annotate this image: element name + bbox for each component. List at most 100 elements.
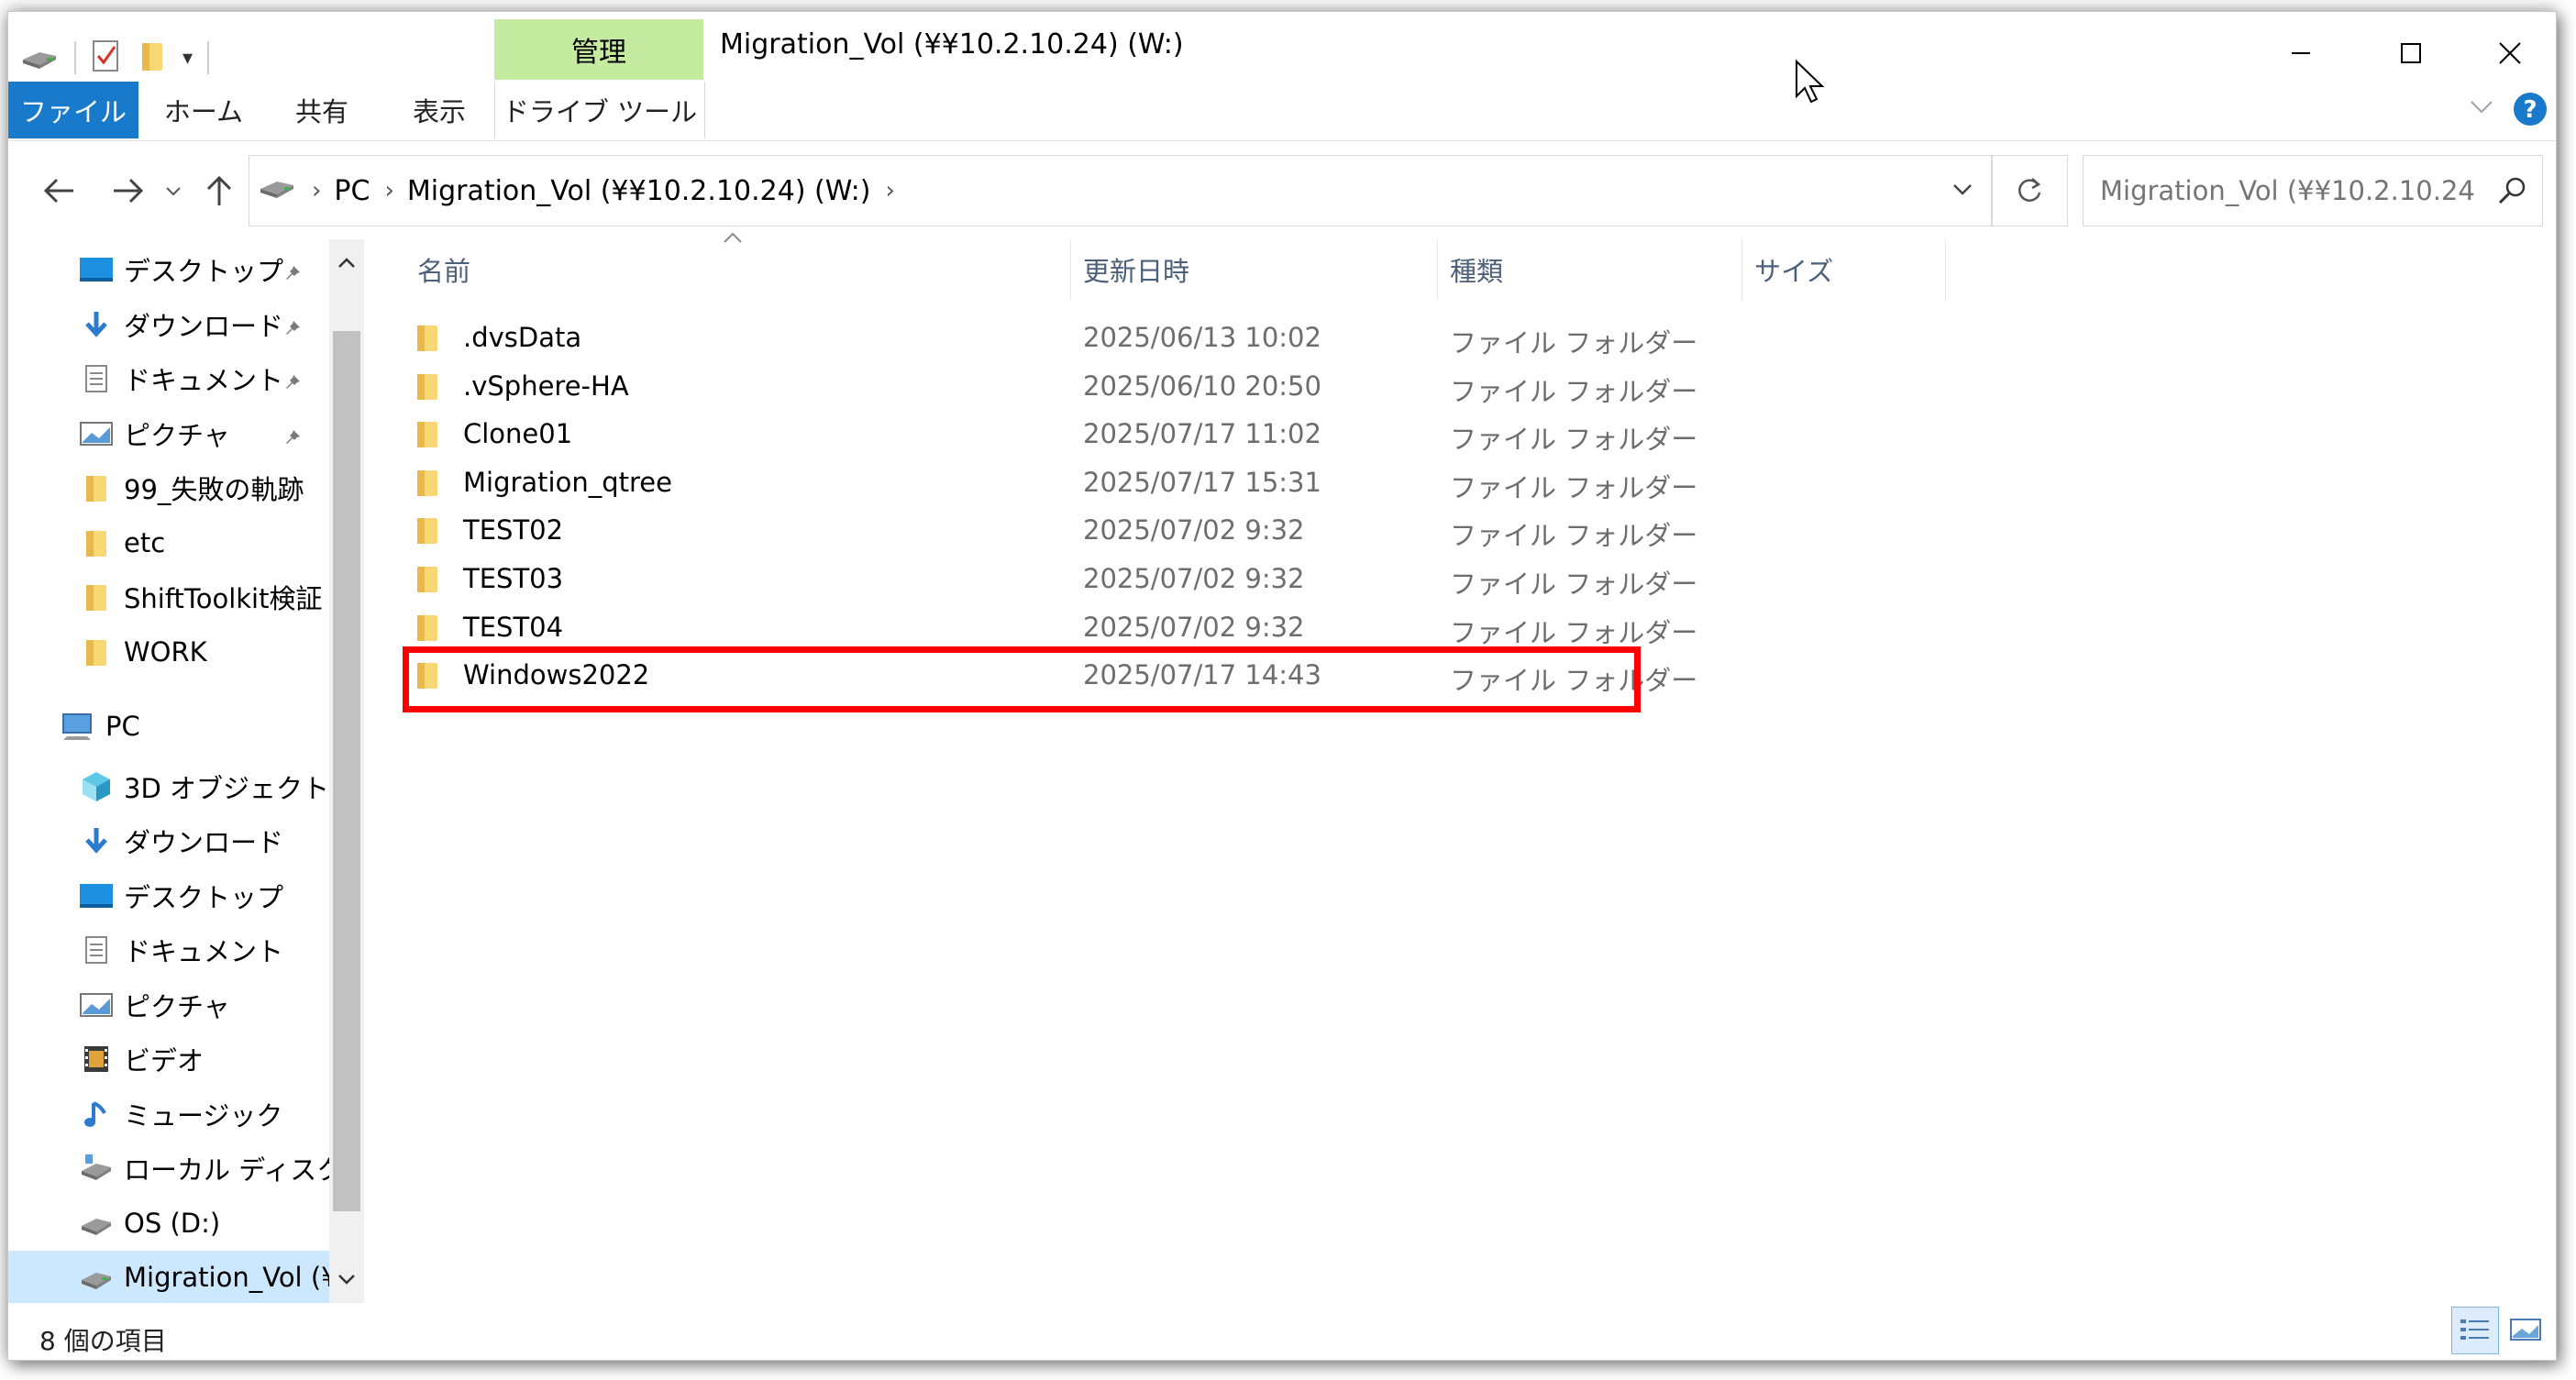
file-row[interactable]: TEST04 2025/07/02 9:32 ファイル フォルダー [393, 604, 1697, 652]
tab-share[interactable]: 共有 [274, 82, 370, 138]
network-drive-icon [78, 1259, 115, 1296]
sidebar-item-label: ローカル ディスク (C [124, 1154, 364, 1186]
breadcrumb-chevron-icon[interactable]: › [384, 177, 393, 204]
sidebar-item-label: ドキュメント [124, 936, 284, 967]
pin-icon [283, 313, 305, 344]
breadcrumb-current[interactable]: Migration_Vol (¥¥10.2.10.24) (W:) [407, 175, 871, 207]
file-type: ファイル フォルダー [1450, 616, 1698, 648]
explorer-window: ▾ 管理 Migration_Vol (¥¥10.2.10.24) (W:) フ… [7, 11, 2557, 1361]
tab-home[interactable]: ホーム [153, 82, 254, 138]
file-date: 2025/06/10 20:50 [1083, 370, 1321, 402]
file-date: 2025/07/17 15:31 [1083, 466, 1321, 498]
column-header-type[interactable]: 種類 [1450, 239, 1503, 300]
tab-drive-tools[interactable]: ドライブ ツール [494, 82, 705, 138]
file-type: ファイル フォルダー [1450, 327, 1698, 359]
sidebar-scrollbar[interactable] [329, 239, 364, 1303]
new-folder-icon[interactable] [137, 38, 168, 78]
drive-icon[interactable] [19, 38, 60, 78]
up-button[interactable] [192, 159, 247, 223]
back-button[interactable] [27, 159, 91, 223]
forward-button[interactable] [96, 159, 160, 223]
breadcrumb-chevron-icon[interactable]: › [885, 177, 894, 204]
file-row[interactable]: TEST02 2025/07/02 9:32 ファイル フォルダー [393, 507, 1697, 555]
scroll-down-icon[interactable] [329, 1257, 364, 1303]
sidebar-item-label: ミュージック [124, 1099, 283, 1132]
sidebar-item-quick-access[interactable]: ドキュメント [8, 352, 329, 405]
refresh-button[interactable] [1991, 155, 2068, 226]
sidebar-item-pc-child[interactable]: ダウンロード [8, 814, 329, 867]
tab-view[interactable]: 表示 [392, 82, 487, 138]
sidebar-item-pc-child[interactable]: OS (D:) [8, 1197, 329, 1250]
sidebar-item-pc[interactable]: PC [8, 700, 140, 753]
sidebar-item-quick-access[interactable]: ShiftToolkit検証 [8, 570, 329, 624]
tab-file[interactable]: ファイル [8, 82, 138, 138]
sidebar-item-label: etc [124, 526, 166, 558]
context-tab-manage[interactable]: 管理 [494, 19, 703, 80]
sidebar-item-pc-child[interactable]: ローカル ディスク (C [8, 1142, 364, 1195]
column-header-size[interactable]: サイズ [1754, 239, 1833, 300]
folder-icon [412, 612, 443, 649]
close-button[interactable] [2455, 21, 2556, 85]
sidebar-item-pc-child[interactable]: デスクトップ [8, 869, 329, 922]
3d-objects-icon [78, 768, 115, 805]
sidebar-item-label: OS (D:) [124, 1207, 221, 1239]
recent-locations-icon[interactable] [155, 159, 192, 223]
local-disk-icon [78, 1150, 115, 1187]
folder-icon [78, 469, 115, 506]
file-row[interactable]: Migration_qtree 2025/07/17 15:31 ファイル フォルダ… [393, 459, 1697, 507]
sidebar-item-quick-access[interactable]: WORK [8, 625, 329, 679]
sidebar-item-quick-access[interactable]: デスクトップ [8, 243, 329, 296]
sidebar-item-pc-child[interactable]: ビデオ [8, 1032, 329, 1086]
details-view-button[interactable] [2451, 1307, 2499, 1354]
sidebar-item-pc-child[interactable]: ミュージック [8, 1087, 329, 1141]
file-date: 2025/07/02 9:32 [1083, 563, 1305, 594]
breadcrumb-pc[interactable]: PC [334, 175, 370, 207]
customize-toolbar-icon[interactable]: ▾ [182, 47, 193, 70]
sidebar-item-label: Migration_Vol (¥ [124, 1262, 338, 1293]
sidebar-item-label: デスクトップ [124, 881, 284, 913]
sidebar-item-quick-access[interactable]: ダウンロード [8, 298, 329, 351]
address-dropdown-icon[interactable] [1950, 176, 1975, 209]
sidebar-item-pc-child[interactable]: 3D オブジェクト [8, 760, 329, 813]
file-row[interactable]: .dvsData 2025/06/13 10:02 ファイル フォルダー [393, 315, 1697, 362]
scrollbar-thumb[interactable] [333, 331, 360, 1211]
search-icon[interactable] [2496, 174, 2529, 214]
sidebar-item-quick-access[interactable]: etc [8, 516, 329, 569]
refresh-icon [2018, 178, 2041, 202]
sidebar-item-pc-child[interactable]: ピクチャ [8, 978, 329, 1032]
address-bar[interactable]: › PC › Migration_Vol (¥¥10.2.10.24) (W:)… [249, 155, 1993, 226]
file-row[interactable]: TEST03 2025/07/02 9:32 ファイル フォルダー [393, 556, 1697, 603]
expand-ribbon-icon[interactable] [2466, 91, 2497, 126]
sidebar-item-label: ShiftToolkit検証 [124, 583, 323, 614]
sidebar-item-label: WORK [124, 635, 207, 668]
document-icon [78, 360, 115, 397]
desktop-icon [78, 251, 115, 288]
file-row[interactable]: Clone01 2025/07/17 11:02 ファイル フォルダー [393, 411, 1697, 458]
file-type: ファイル フォルダー [1450, 520, 1698, 552]
scroll-up-icon[interactable] [329, 239, 364, 285]
maximize-button[interactable] [2356, 21, 2466, 85]
breadcrumb-chevron-icon[interactable]: › [312, 177, 321, 204]
column-header-name[interactable]: 名前 [417, 239, 470, 300]
file-date: 2025/07/17 11:02 [1083, 418, 1321, 450]
sidebar-item-label: 3D オブジェクト [124, 772, 329, 804]
help-icon[interactable]: ? [2512, 91, 2548, 131]
pictures-icon [78, 415, 115, 452]
large-icons-view-button[interactable] [2503, 1307, 2548, 1352]
search-input[interactable] [2100, 175, 2476, 206]
sidebar-item-label: 99_失敗の軌跡 [124, 474, 304, 505]
file-name: Clone01 [463, 418, 573, 450]
document-icon [78, 932, 115, 968]
sidebar-item-quick-access[interactable]: ピクチャ [8, 407, 329, 460]
sidebar-item-pc-child[interactable]: ドキュメント [8, 923, 329, 977]
minimize-button[interactable] [2246, 21, 2356, 85]
folder-icon [412, 563, 443, 601]
file-date: 2025/07/02 9:32 [1083, 611, 1305, 643]
search-box[interactable] [2083, 155, 2543, 226]
sidebar-item-pc-child[interactable]: Migration_Vol (¥ [8, 1251, 338, 1303]
column-header-date[interactable]: 更新日時 [1083, 239, 1189, 300]
properties-icon[interactable] [91, 38, 122, 78]
file-row[interactable]: .vSphere-HA 2025/06/10 20:50 ファイル フォルダー [393, 363, 1697, 411]
sidebar-item-quick-access[interactable]: 99_失敗の軌跡 [8, 461, 329, 514]
status-item-count: 8 個の項目 [39, 1326, 167, 1356]
